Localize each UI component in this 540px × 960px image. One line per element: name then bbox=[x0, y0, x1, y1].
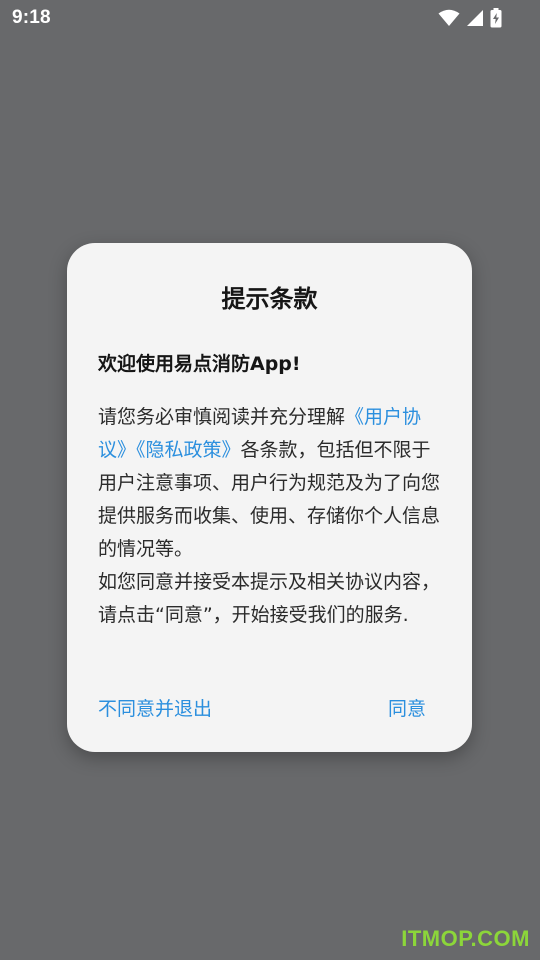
watermark: ITMOP.COM bbox=[401, 926, 530, 951]
status-icons bbox=[438, 8, 502, 28]
terms-dialog: 提示条款 欢迎使用易点消防App! 请您务必审慎阅读并充分理解《用户协议》《隐私… bbox=[67, 243, 472, 752]
cell-signal-icon bbox=[466, 9, 484, 27]
status-time: 9:18 bbox=[12, 7, 51, 28]
wifi-icon bbox=[438, 9, 460, 27]
dialog-actions: 不同意并退出 同意 bbox=[98, 692, 426, 726]
status-bar: 9:18 bbox=[0, 0, 540, 36]
consent-text: 如您同意并接受本提示及相关协议内容，请点击“同意”，开始接受我们的服务. bbox=[98, 571, 441, 626]
dialog-title: 提示条款 bbox=[221, 285, 318, 313]
terms-intro-text: 请您务必审慎阅读并充分理解 bbox=[98, 406, 346, 428]
battery-charging-icon bbox=[490, 8, 502, 28]
agree-button[interactable]: 同意 bbox=[388, 692, 426, 726]
privacy-policy-link[interactable]: 《隐私政策》 bbox=[136, 439, 241, 461]
dialog-body: 请您务必审慎阅读并充分理解《用户协议》《隐私政策》各条款，包括但不限于用户注意事… bbox=[98, 401, 442, 632]
decline-exit-button[interactable]: 不同意并退出 bbox=[98, 692, 212, 726]
dialog-subtitle: 欢迎使用易点消防App! bbox=[98, 353, 301, 375]
